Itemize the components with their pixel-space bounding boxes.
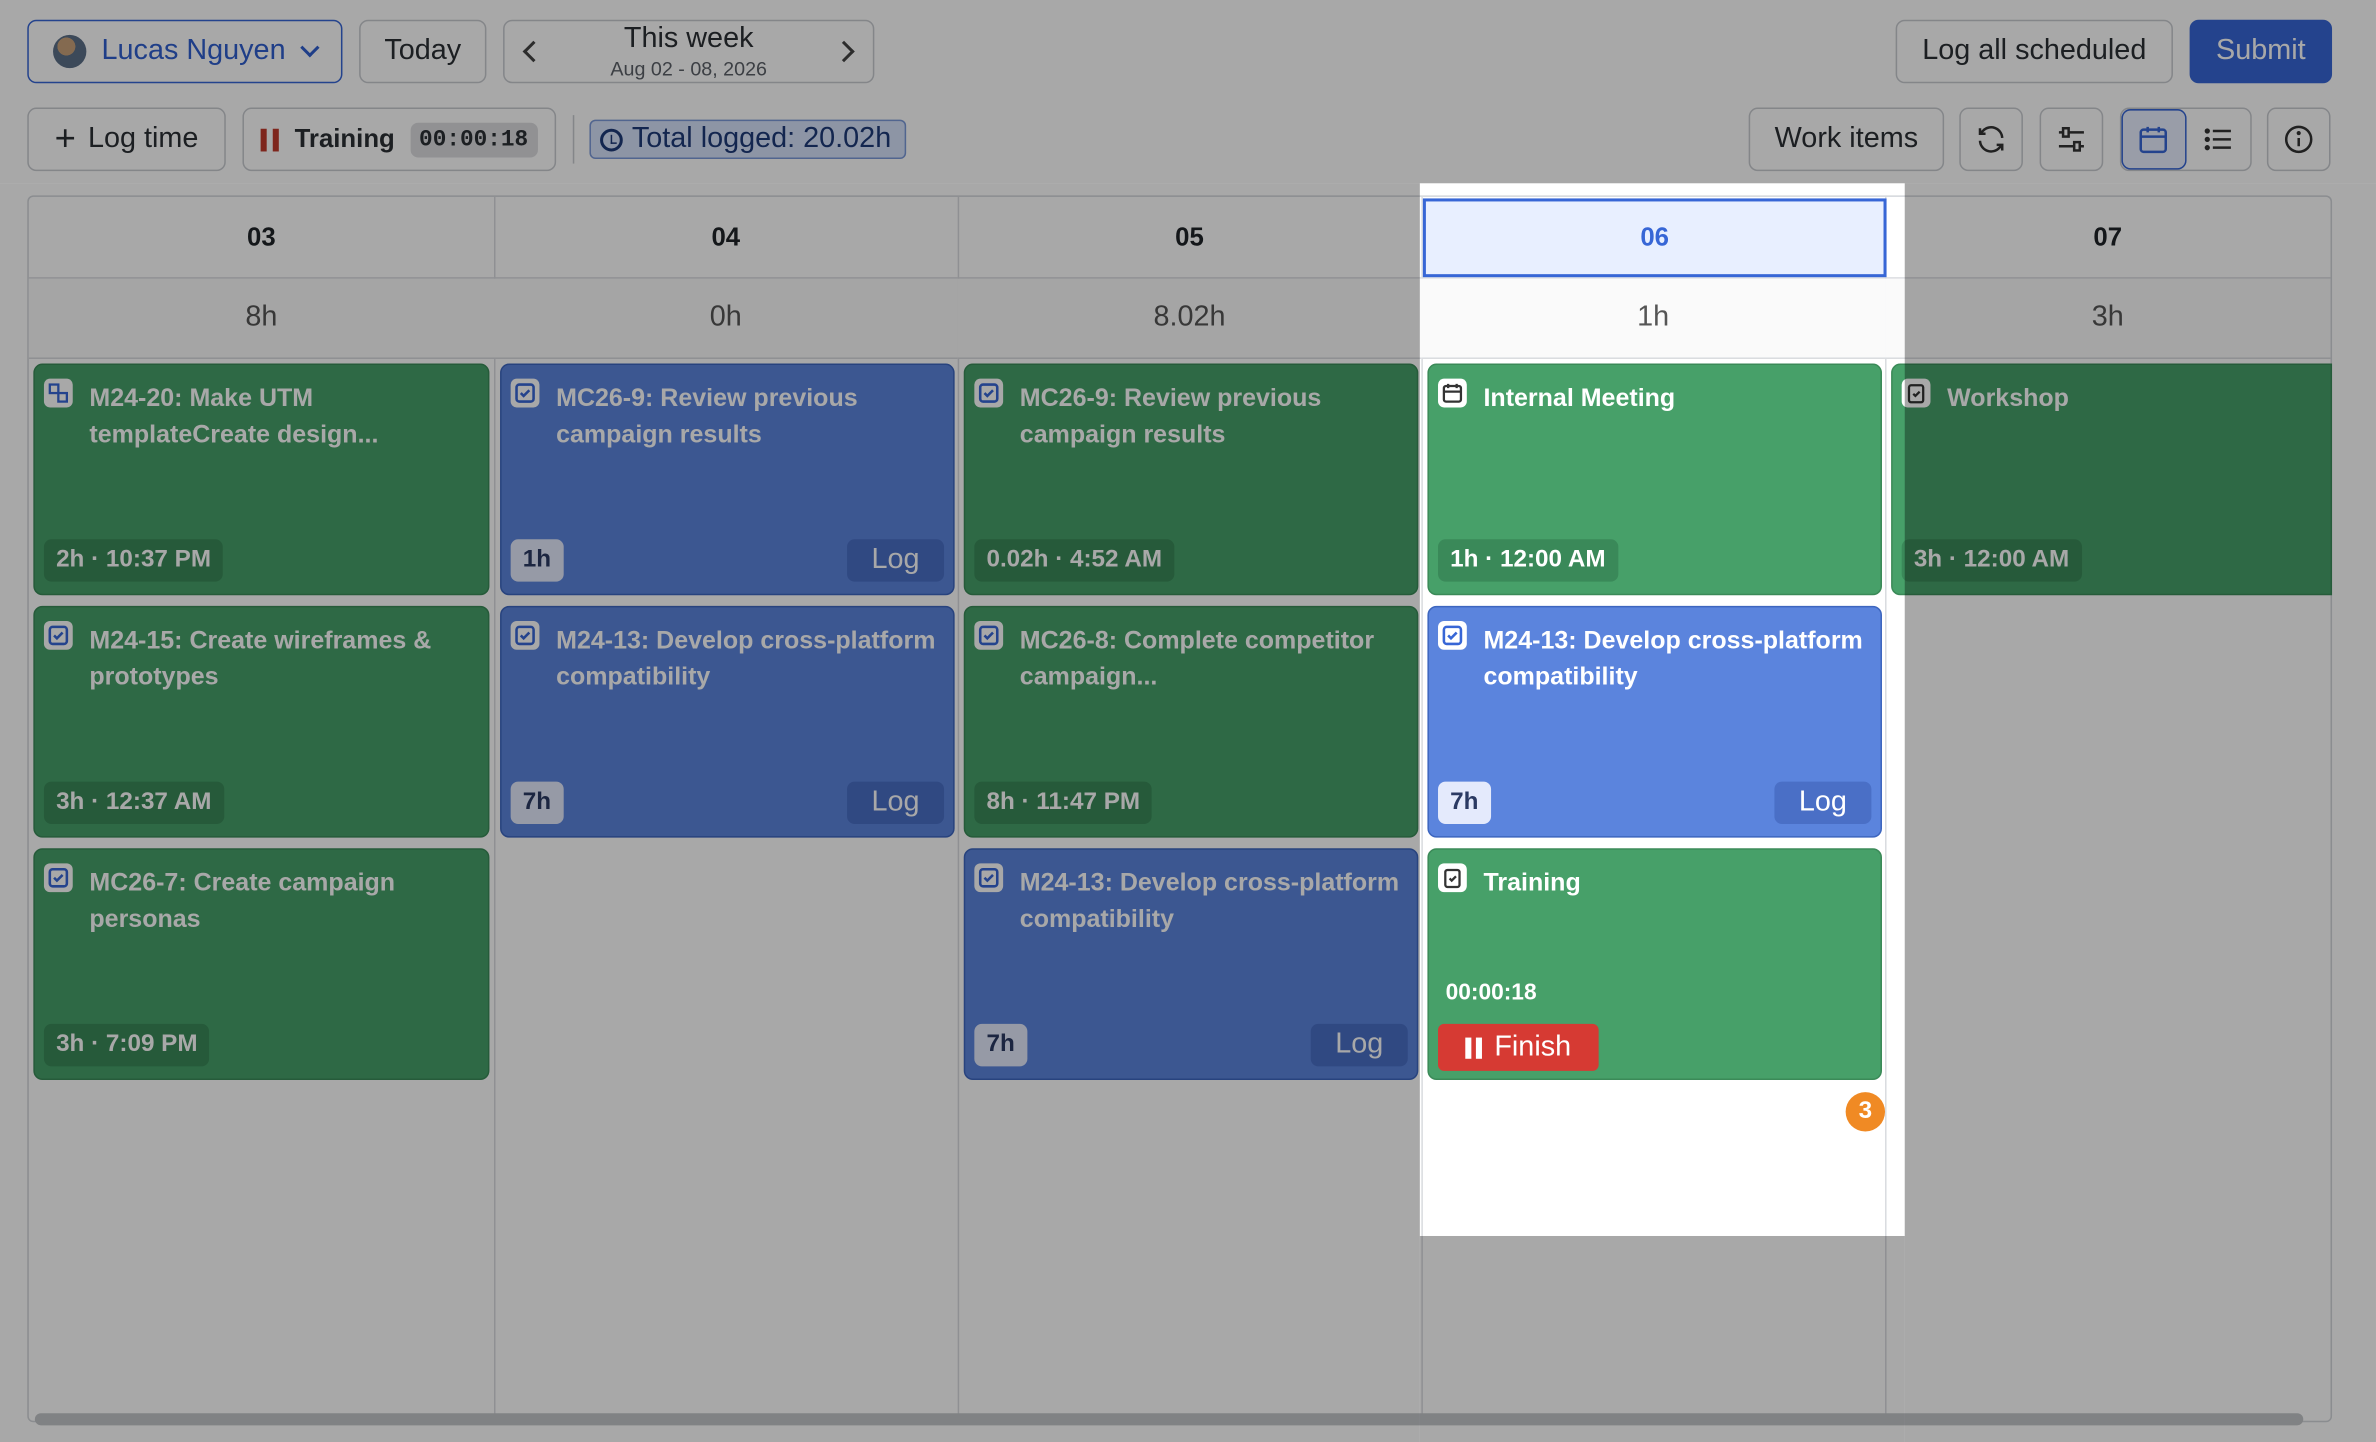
day-total-06: 1h [1421, 278, 1886, 359]
finish-label: Finish [1494, 1030, 1572, 1063]
day-header-06[interactable]: 06 [1422, 198, 1887, 278]
task-checkbox-icon [1438, 621, 1467, 650]
entry-duration: 7h [1438, 781, 1491, 824]
overlay-mask [0, 0, 2376, 184]
entry-title: Training [1483, 869, 1581, 897]
clipboard-check-icon [1438, 863, 1467, 893]
scheduled-entry-card[interactable]: M24-13: Develop cross-platform compatibi… [1427, 605, 1883, 838]
log-button[interactable]: Log [1774, 781, 1872, 824]
pause-icon [1465, 1036, 1483, 1059]
calendar-event-icon [1438, 378, 1467, 408]
finish-button[interactable]: Finish [1438, 1023, 1599, 1071]
overlay-mask [1419, 1235, 1905, 1442]
overlay-mask [0, 183, 1420, 1442]
entry-title: Internal Meeting [1483, 384, 1676, 412]
running-entry-card[interactable]: Training 00:00:18 Finish [1427, 848, 1883, 1080]
step-badge: 3 [1845, 1092, 1886, 1132]
time-entry-card[interactable]: Internal Meeting 1h · 12:00 AM [1427, 363, 1883, 596]
elapsed-time: 00:00:18 [1445, 980, 1537, 1006]
entry-title: M24-13: Develop cross-platform compatibi… [1483, 627, 1863, 691]
entry-duration: 1h · 12:00 AM [1438, 539, 1618, 582]
overlay-mask [1904, 183, 2376, 1442]
time-tracking-page: Lucas Nguyen Today This week Aug 02 - 08… [0, 0, 2376, 1442]
